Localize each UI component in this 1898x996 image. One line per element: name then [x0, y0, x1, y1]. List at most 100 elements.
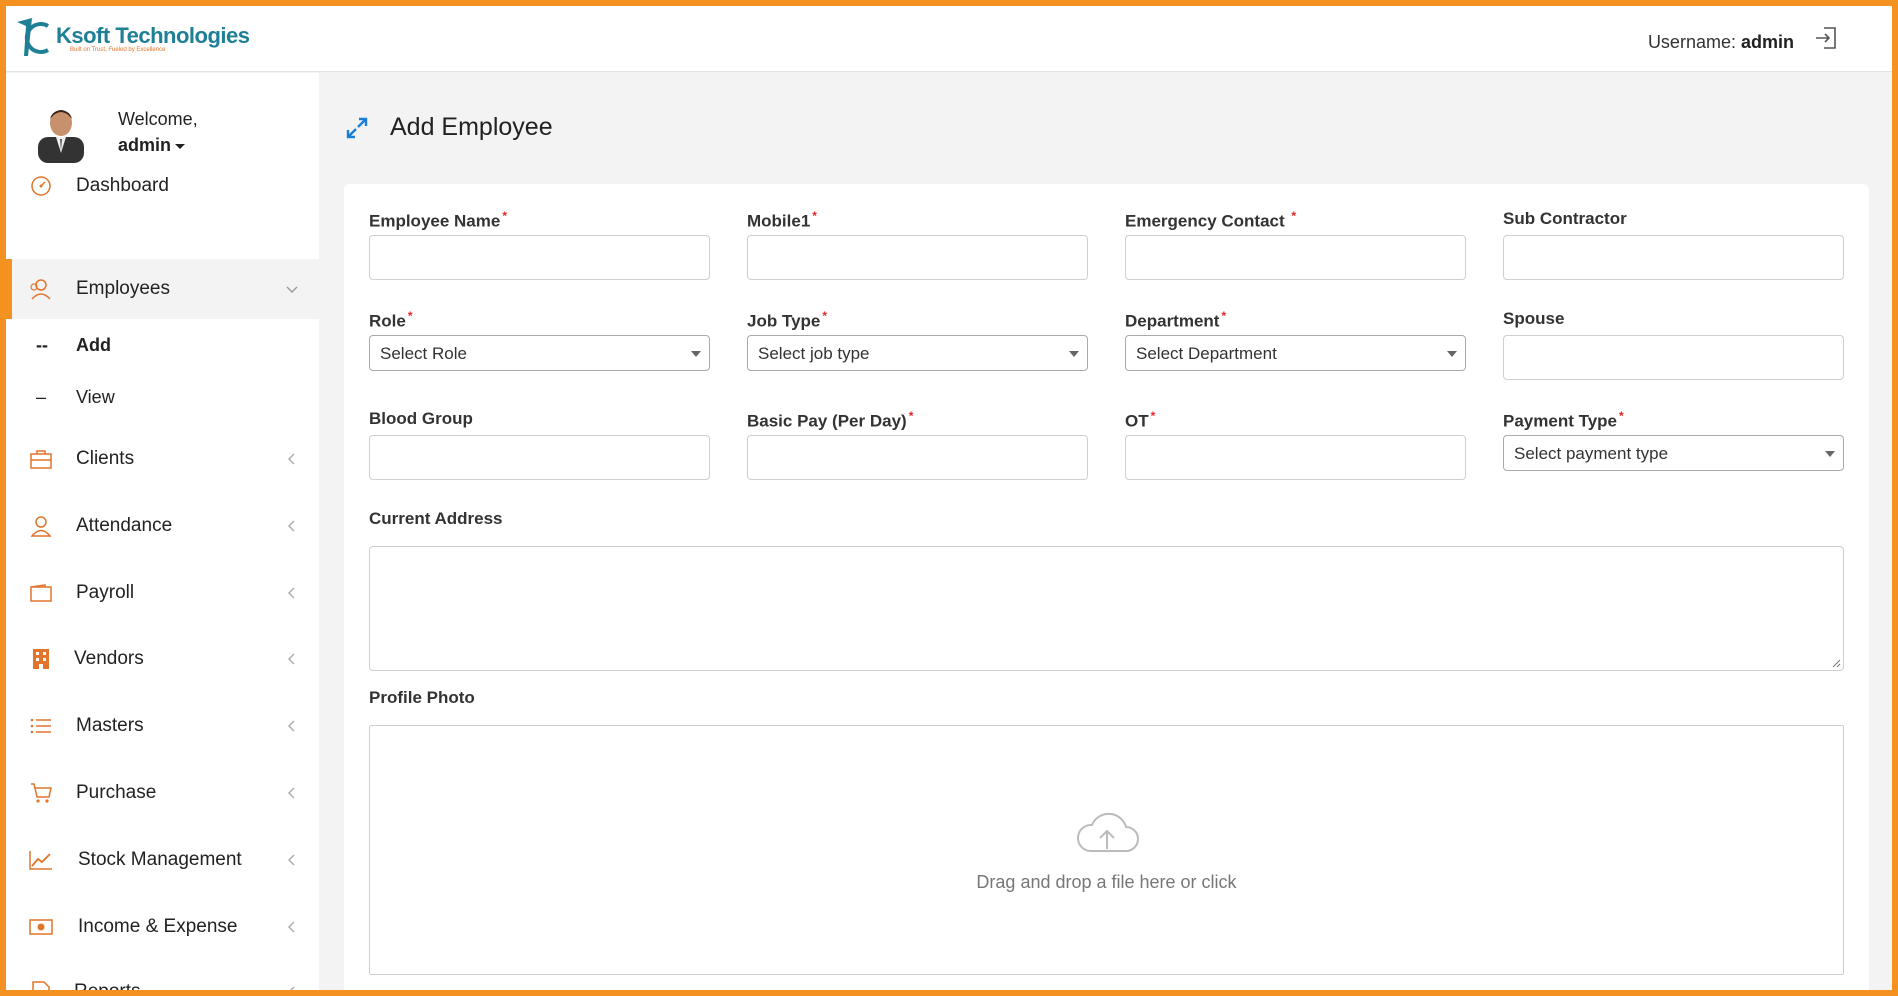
avatar — [38, 110, 84, 163]
employee-name-group: Employee Name * — [369, 209, 710, 280]
expand-icon[interactable] — [344, 115, 370, 141]
list-icon — [28, 713, 54, 739]
blood-group-input[interactable] — [369, 435, 710, 480]
nav-label: Masters — [76, 715, 144, 736]
mobile1-input[interactable] — [747, 235, 1088, 280]
nav-reports[interactable]: Reports — [6, 962, 319, 990]
ot-input[interactable] — [1125, 435, 1466, 480]
nav-income-expense[interactable]: Income & Expense — [6, 897, 319, 957]
cloud-upload-icon — [1076, 812, 1139, 852]
nav-dashboard[interactable]: Dashboard — [6, 156, 319, 216]
dashboard-icon — [28, 173, 54, 199]
nav-attendance[interactable]: Attendance — [6, 496, 319, 556]
report-icon — [28, 979, 54, 990]
spouse-input[interactable] — [1503, 335, 1844, 380]
basic-pay-input[interactable] — [747, 435, 1088, 480]
payment-type-group: Payment Type * Select payment type — [1503, 409, 1844, 471]
spouse-group: Spouse — [1503, 309, 1844, 380]
nav-label: Reports — [74, 981, 141, 990]
cart-icon — [28, 780, 54, 806]
department-selected: Select Department — [1136, 344, 1277, 363]
logo-mark-icon — [17, 18, 50, 56]
top-bar: Ksoft Technologies Built on Trust, Fuele… — [6, 6, 1892, 72]
current-address-textarea[interactable] — [369, 546, 1844, 671]
dropzone-text: Drag and drop a file here or click — [976, 872, 1237, 892]
chevron-left-icon — [288, 854, 295, 866]
role-select[interactable]: Select Role — [369, 335, 710, 371]
briefcase-icon — [28, 446, 54, 472]
current-address-label: Current Address — [369, 509, 503, 528]
chevron-left-icon — [288, 787, 295, 799]
nav-stock-management[interactable]: Stock Management — [6, 830, 319, 890]
building-icon — [28, 646, 54, 672]
nav-label: Stock Management — [78, 849, 242, 870]
username-label: Username: — [1647, 32, 1736, 52]
job-type-selected: Select job type — [758, 344, 870, 363]
nav-payroll[interactable]: Payroll — [6, 563, 319, 623]
chevron-left-icon — [288, 720, 295, 732]
nav-masters[interactable]: Masters — [6, 696, 319, 756]
subnav-add[interactable]: -- Add — [6, 325, 319, 365]
nav-label: Attendance — [76, 515, 173, 536]
employee-name-label: Employee Name * — [369, 209, 508, 231]
page-header: Add Employee — [344, 113, 553, 142]
username-display: Username: admin — [1648, 32, 1794, 53]
employee-form: Employee Name * Mobile1 * Emergency Contac… — [344, 184, 1869, 990]
user-menu[interactable]: admin — [118, 132, 198, 158]
basic-pay-group: Basic Pay (Per Day) * — [747, 409, 1088, 480]
chart-line-icon — [28, 847, 54, 873]
ot-label: OT * — [1125, 409, 1156, 431]
sub-contractor-label: Sub Contractor — [1503, 209, 1627, 228]
dropdown-arrow-icon — [1825, 451, 1835, 457]
department-label: Department * — [1125, 309, 1227, 331]
resize-grip-icon[interactable] — [1831, 658, 1841, 668]
basic-pay-label: Basic Pay (Per Day) * — [747, 409, 914, 431]
user-icon — [28, 513, 54, 539]
profile-photo-label: Profile Photo — [369, 688, 475, 707]
username-value: admin — [1740, 32, 1794, 52]
job-type-label: Job Type * — [747, 309, 828, 331]
nav-label: Purchase — [76, 782, 157, 803]
nav-purchase[interactable]: Purchase — [6, 763, 319, 823]
main-content: Add Employee Employee Name * Mobile1 * Eme… — [319, 73, 1892, 990]
welcome-text: Welcome, — [118, 109, 198, 129]
logout-icon[interactable] — [1812, 24, 1840, 52]
job-type-group: Job Type * Select job type — [747, 309, 1088, 371]
blood-group-group: Blood Group — [369, 409, 710, 480]
blood-group-label: Blood Group — [369, 409, 473, 428]
dropdown-arrow-icon — [691, 351, 701, 357]
nav-clients[interactable]: Clients — [6, 429, 319, 489]
chevron-left-icon — [288, 520, 295, 532]
payment-type-selected: Select payment type — [1514, 444, 1669, 463]
chevron-down-icon — [286, 286, 298, 293]
payment-type-select[interactable]: Select payment type — [1503, 435, 1844, 471]
department-select[interactable]: Select Department — [1125, 335, 1466, 371]
profile-photo-dropzone[interactable]: Drag and drop a file here or click — [369, 725, 1844, 975]
sidebar: Welcome, admin Dashboard Employees -- Ad… — [6, 73, 319, 990]
nav-vendors[interactable]: Vendors — [6, 629, 319, 689]
nav-employees[interactable]: Employees — [6, 259, 319, 319]
subnav-view[interactable]: – View — [6, 377, 319, 417]
payment-type-label: Payment Type * — [1503, 409, 1624, 431]
sub-contractor-input[interactable] — [1503, 235, 1844, 280]
chevron-left-icon — [288, 453, 295, 465]
emergency-contact-group: Emergency Contact * — [1125, 209, 1466, 280]
nav-label: Clients — [76, 448, 135, 469]
nav-label: Payroll — [76, 582, 135, 603]
role-group: Role * Select Role — [369, 309, 710, 371]
chevron-left-icon — [288, 653, 295, 665]
sub-contractor-group: Sub Contractor — [1503, 209, 1844, 280]
emergency-contact-label: Emergency Contact * — [1125, 209, 1297, 231]
nav-label: Income & Expense — [78, 916, 238, 937]
chevron-left-icon — [288, 587, 295, 599]
chevron-left-icon — [288, 921, 295, 933]
nav-label: Vendors — [74, 648, 144, 669]
subnav-dash: – — [36, 386, 47, 407]
caret-down-icon — [175, 143, 186, 149]
subnav-label: View — [76, 386, 115, 407]
emergency-contact-input[interactable] — [1125, 235, 1466, 280]
job-type-select[interactable]: Select job type — [747, 335, 1088, 371]
mobile1-group: Mobile1 * — [747, 209, 1088, 280]
brand-logo[interactable]: Ksoft Technologies Built on Trust, Fuele… — [14, 16, 250, 60]
employee-name-input[interactable] — [369, 235, 710, 280]
